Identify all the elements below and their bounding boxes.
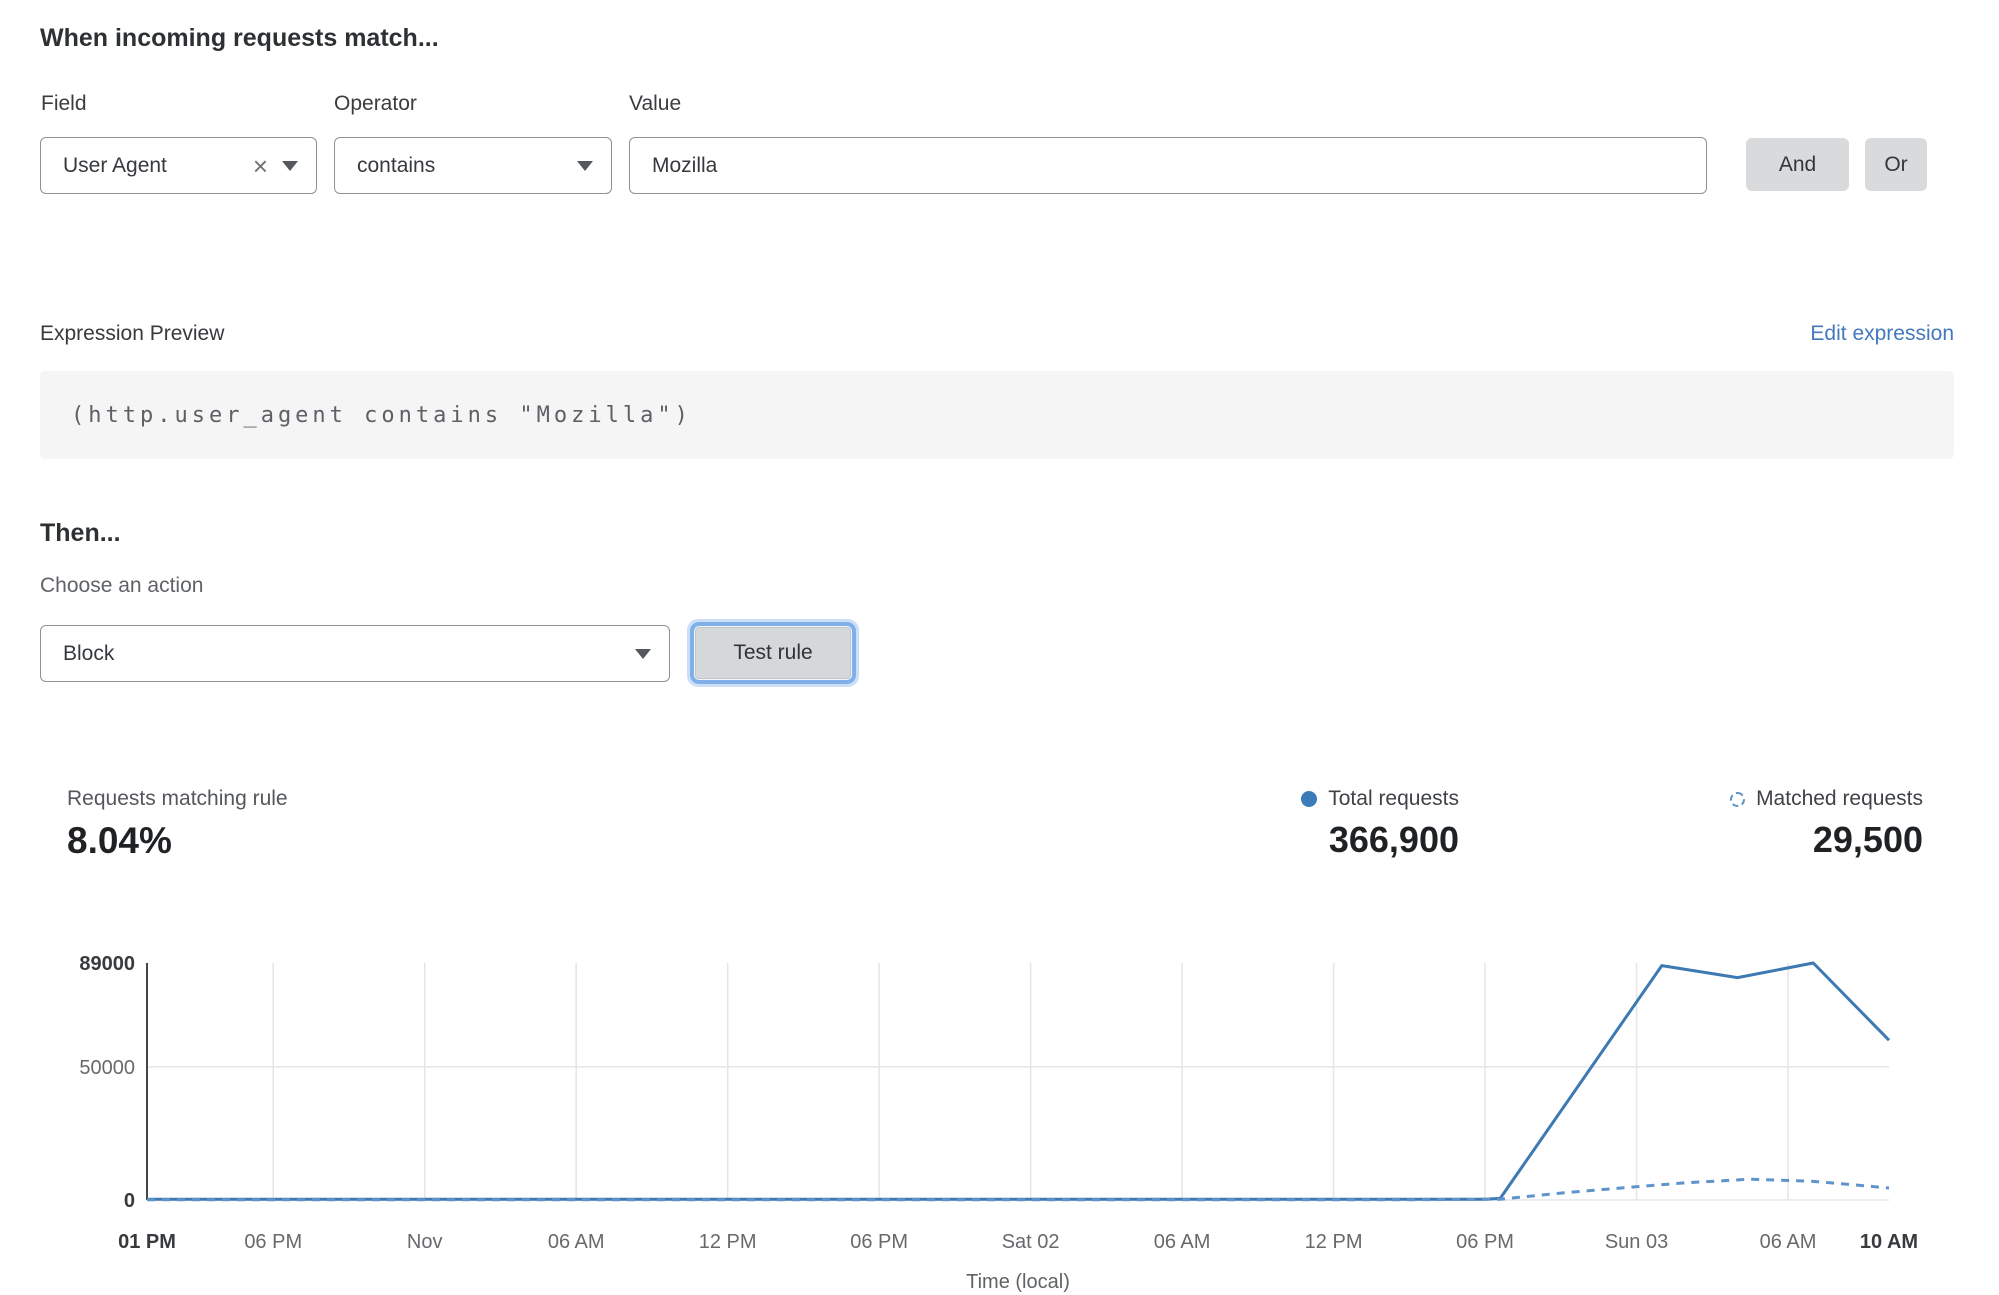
chevron-down-icon — [282, 161, 298, 171]
x-tick-label: 01 PM — [118, 1231, 176, 1253]
field-select[interactable]: User Agent × — [40, 137, 317, 194]
rule-builder-page: When incoming requests match... Field Op… — [0, 0, 1999, 1295]
series-line-matched-requests — [147, 1179, 1889, 1200]
matched-requests-label: Matched requests — [1756, 787, 1923, 811]
x-tick-label: 06 AM — [548, 1231, 605, 1253]
x-tick-label: 12 PM — [1305, 1231, 1363, 1253]
y-tick-label: 0 — [124, 1190, 135, 1212]
x-tick-label: 06 PM — [244, 1231, 302, 1253]
requests-matching-value: 8.04% — [67, 820, 288, 862]
test-rule-button[interactable]: Test rule — [695, 627, 851, 679]
x-tick-label: 12 PM — [699, 1231, 757, 1253]
action-select[interactable]: Block — [40, 625, 670, 682]
x-tick-label: 06 AM — [1154, 1231, 1211, 1253]
expression-code-box: (http.user_agent contains "Mozilla") — [40, 371, 1954, 459]
x-tick-label: Sun 03 — [1605, 1231, 1668, 1253]
chevron-down-icon — [635, 649, 651, 659]
total-requests-stat: Total requests 366,900 — [1301, 787, 1459, 861]
choose-action-label: Choose an action — [40, 574, 203, 598]
expression-code: (http.user_agent contains "Mozilla") — [40, 403, 692, 428]
x-tick-label: 06 AM — [1760, 1231, 1817, 1253]
requests-line-chart: 0 50000 89000 01 PM 06 PM Nov 06 AM 12 PM 06 PM S… — [40, 950, 1959, 1295]
matched-requests-legend-ring-icon — [1730, 792, 1745, 807]
y-tick-label: 89000 — [79, 953, 135, 975]
field-label: Field — [41, 92, 87, 116]
field-select-value: User Agent — [41, 154, 247, 178]
operator-label: Operator — [334, 92, 417, 116]
x-tick-label: Nov — [407, 1231, 443, 1253]
clear-field-icon[interactable]: × — [247, 153, 282, 179]
chart-svg: 0 50000 89000 01 PM 06 PM Nov 06 AM 12 PM 06 PM S… — [40, 950, 1959, 1295]
series-line-total-requests — [147, 963, 1889, 1199]
x-tick-label: 10 AM — [1860, 1231, 1918, 1253]
operator-select[interactable]: contains — [334, 137, 612, 194]
requests-matching-label: Requests matching rule — [67, 787, 288, 811]
expression-preview-label: Expression Preview — [40, 322, 224, 346]
value-label: Value — [629, 92, 681, 116]
page-title: When incoming requests match... — [40, 24, 439, 53]
requests-matching-stat: Requests matching rule 8.04% — [67, 787, 288, 862]
y-tick-label: 50000 — [79, 1057, 135, 1079]
edit-expression-link[interactable]: Edit expression — [1810, 322, 1954, 346]
then-heading: Then... — [40, 519, 121, 548]
total-requests-label: Total requests — [1328, 787, 1459, 811]
matched-requests-value: 29,500 — [1730, 819, 1923, 861]
matched-requests-stat: Matched requests 29,500 — [1730, 787, 1923, 861]
x-tick-label: 06 PM — [850, 1231, 908, 1253]
or-button[interactable]: Or — [1865, 138, 1927, 191]
x-tick-label: Sat 02 — [1002, 1231, 1060, 1253]
action-select-value: Block — [41, 642, 635, 666]
total-requests-legend-dot-icon — [1301, 791, 1317, 807]
and-button[interactable]: And — [1746, 138, 1849, 191]
chevron-down-icon — [577, 161, 593, 171]
x-axis-title: Time (local) — [966, 1271, 1070, 1293]
value-input[interactable] — [629, 137, 1707, 194]
operator-select-value: contains — [335, 154, 577, 178]
total-requests-value: 366,900 — [1301, 819, 1459, 861]
x-tick-label: 06 PM — [1456, 1231, 1514, 1253]
